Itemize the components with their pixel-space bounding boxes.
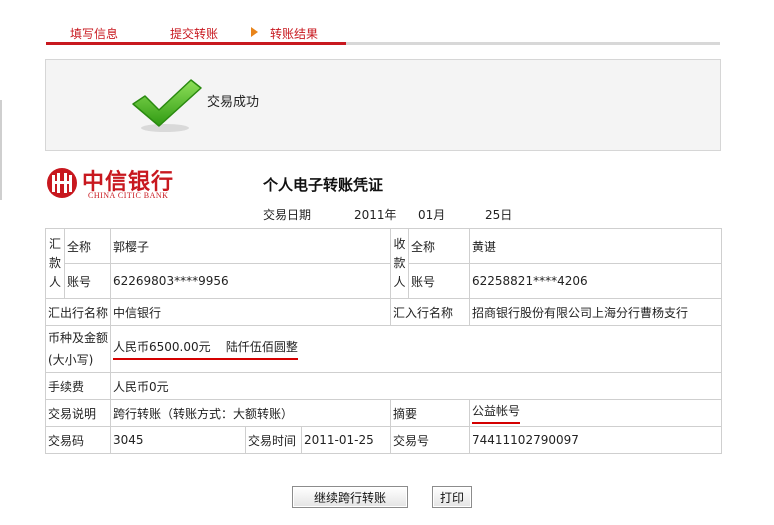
step-progress-fill — [46, 42, 346, 45]
date-label: 交易日期 — [263, 208, 312, 222]
current-step-arrow-icon — [251, 27, 258, 37]
txn-no-label: 交易号 — [390, 426, 470, 454]
payer-bank-label: 汇出行名称 — [45, 298, 111, 326]
table-row: 手续费 人民币0元 — [45, 372, 722, 400]
bank-emblem-icon — [47, 168, 77, 198]
memo-label: 摘要 — [390, 399, 470, 427]
check-icon — [132, 79, 202, 132]
payee-name-label: 全称 — [408, 228, 470, 264]
date-day: 25日 — [485, 208, 513, 222]
txn-time-label: 交易时间 — [245, 426, 302, 454]
date-year: 2011年 — [354, 208, 397, 222]
memo-value: 公益帐号 — [472, 404, 521, 418]
txn-time: 2011-01-25 — [301, 426, 391, 454]
memo-cell: 公益帐号 — [469, 399, 722, 427]
amount-highlight-underline — [113, 358, 298, 360]
payee-name: 黄谌 — [469, 228, 722, 264]
step-submit-transfer: 提交转账 — [170, 27, 219, 41]
success-panel: 交易成功 — [45, 59, 721, 151]
txn-code-label: 交易码 — [45, 426, 111, 454]
voucher-title: 个人电子转账凭证 — [263, 176, 384, 194]
description-value: 跨行转账（转账方式：大额转账） — [110, 399, 391, 427]
payer-account-label: 账号 — [64, 263, 111, 299]
payee-bank: 招商银行股份有限公司上海分行曹杨支行 — [469, 298, 722, 326]
amount-label: 币种及金额 (大小写) — [45, 325, 111, 373]
amount-upper: 陆仟伍佰圆整 — [225, 340, 298, 354]
continue-transfer-button[interactable]: 继续跨行转账 — [292, 486, 408, 508]
table-row: 币种及金额 (大小写) 人民币6500.00元 陆仟伍佰圆整 — [45, 325, 722, 373]
table-row: 汇款人 全称 郭樱子 收款人 全称 黄谌 — [45, 228, 722, 299]
left-edge-divider — [0, 100, 2, 200]
txn-code: 3045 — [110, 426, 246, 454]
table-row: 汇出行名称 中信银行 汇入行名称 招商银行股份有限公司上海分行曹杨支行 — [45, 298, 722, 326]
amount-value: 人民币6500.00元 — [113, 340, 211, 354]
table-row: 账号 62269803****9956 账号 62258821****4206 — [46, 263, 722, 299]
memo-highlight-underline — [472, 422, 520, 424]
citic-bank-logo: 中信银行 CHINA CITIC BANK — [46, 164, 196, 204]
payee-account-label: 账号 — [408, 263, 470, 299]
date-month: 01月 — [418, 208, 446, 222]
fee-value: 人民币0元 — [110, 372, 722, 400]
txn-no: 74411102790097 — [469, 426, 722, 454]
payee-side-label: 收款人 — [390, 228, 409, 299]
payer-account: 62269803****9956 — [110, 263, 391, 299]
step-transfer-result: 转账结果 — [270, 27, 319, 41]
amount-cell: 人民币6500.00元 陆仟伍佰圆整 — [110, 325, 722, 373]
step-fill-info: 填写信息 — [70, 27, 119, 41]
payer-side-label: 汇款人 — [45, 228, 65, 299]
payee-bank-label: 汇入行名称 — [390, 298, 470, 326]
voucher-table: 汇款人 全称 郭樱子 收款人 全称 黄谌 账号 62269803****9956… — [45, 228, 722, 454]
print-button[interactable]: 打印 — [432, 486, 472, 508]
payer-name-label: 全称 — [64, 228, 111, 264]
table-row: 交易码 3045 交易时间 2011-01-25 交易号 74411102790… — [45, 426, 722, 454]
payee-account: 62258821****4206 — [469, 263, 722, 299]
fee-label: 手续费 — [45, 372, 111, 400]
success-message: 交易成功 — [207, 95, 260, 110]
step-progress-bar: 填写信息 提交转账 转账结果 — [46, 22, 720, 46]
logo-text-en: CHINA CITIC BANK — [88, 191, 169, 200]
description-label: 交易说明 — [45, 399, 111, 427]
payer-name: 郭樱子 — [110, 228, 391, 264]
payer-bank: 中信银行 — [110, 298, 391, 326]
table-row: 交易说明 跨行转账（转账方式：大额转账） 摘要 公益帐号 — [45, 399, 722, 427]
